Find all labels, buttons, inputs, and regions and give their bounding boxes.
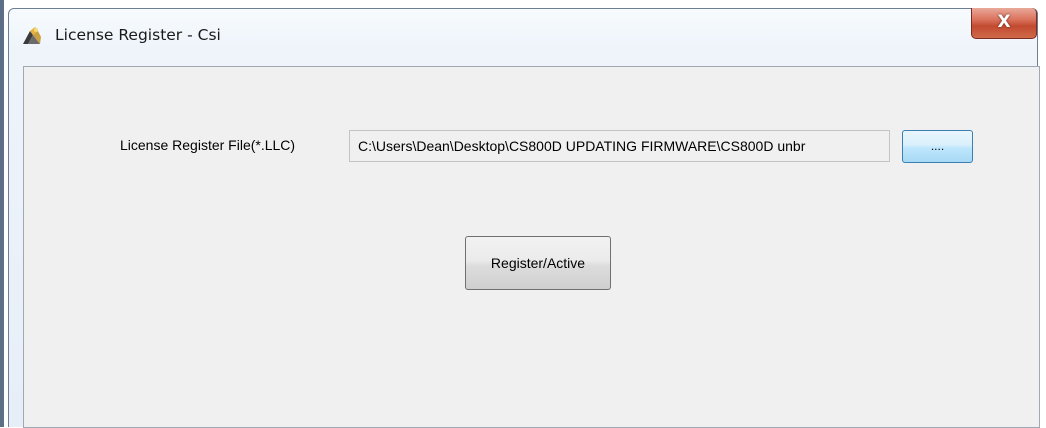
window-frame-left	[0, 0, 4, 427]
register-active-button[interactable]: Register/Active	[465, 236, 611, 290]
close-button[interactable]: X	[971, 8, 1037, 39]
license-file-path-field[interactable]: C:\Users\Dean\Desktop\CS800D UPDATING FI…	[349, 130, 890, 162]
window-title: License Register - Csi	[55, 26, 221, 44]
app-icon	[21, 25, 43, 47]
license-file-label: License Register File(*.LLC)	[120, 137, 296, 153]
close-icon: X	[997, 12, 1011, 32]
client-area: License Register File(*.LLC) C:\Users\De…	[23, 66, 1040, 428]
dialog-window: License Register - Csi X License Registe…	[8, 8, 1040, 428]
title-bar[interactable]: License Register - Csi X	[9, 8, 1037, 49]
browse-button[interactable]: ....	[902, 130, 973, 163]
